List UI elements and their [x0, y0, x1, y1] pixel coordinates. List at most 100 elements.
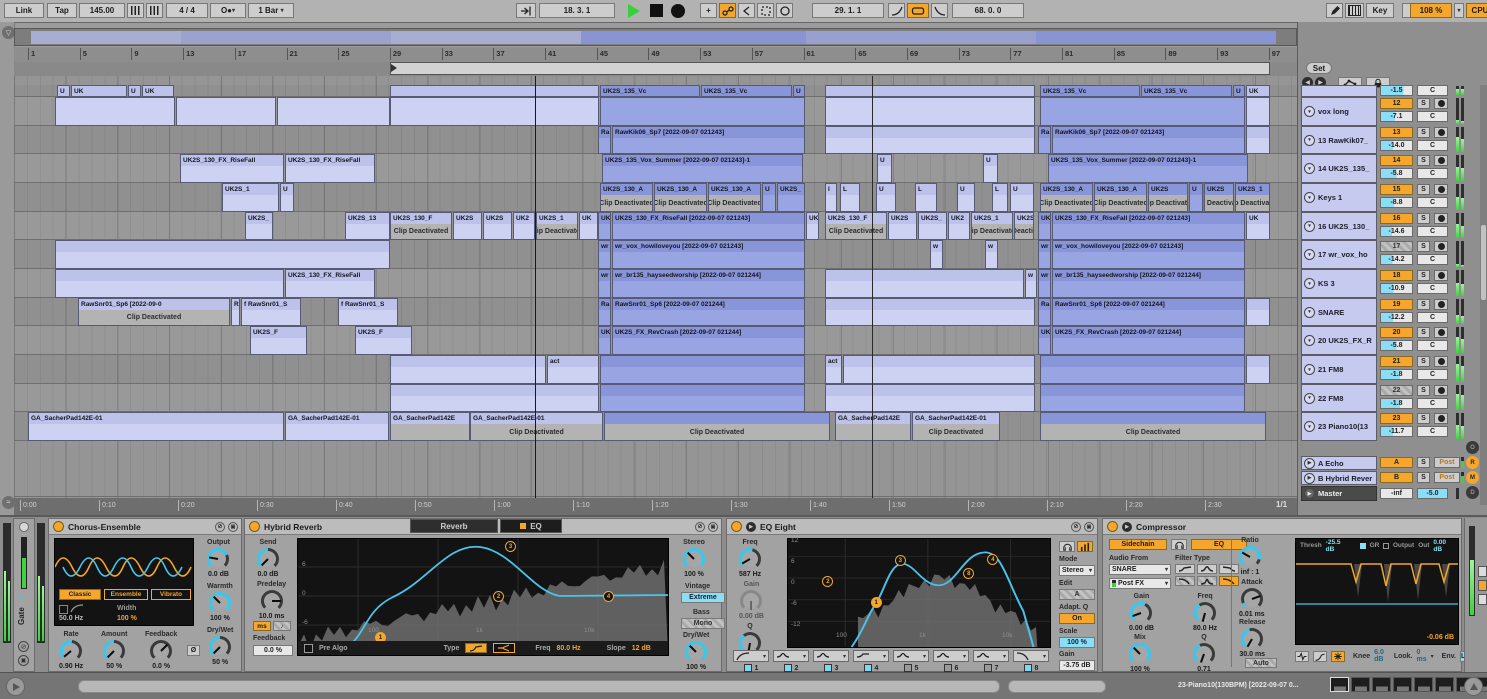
- band-filter-select[interactable]: ▾: [933, 650, 969, 662]
- band-enable-checkbox[interactable]: [824, 664, 832, 672]
- clip-title[interactable]: [826, 299, 1034, 310]
- clip-title[interactable]: w: [1026, 270, 1036, 281]
- clip[interactable]: UK2S_135_Vc: [701, 85, 792, 97]
- clip[interactable]: [55, 269, 284, 298]
- clip-body[interactable]: [339, 310, 397, 325]
- expand-arrow-icon[interactable]: ▶: [1122, 522, 1132, 532]
- play-triangle-icon[interactable]: ▶: [1304, 458, 1315, 469]
- pan-value[interactable]: C: [1417, 197, 1448, 208]
- clip[interactable]: UK2: [948, 212, 970, 240]
- clip[interactable]: UK: [142, 85, 174, 97]
- clip-title[interactable]: UK2S_: [246, 213, 272, 224]
- clip-body[interactable]: [826, 138, 1034, 153]
- clip-body[interactable]: [826, 396, 1034, 411]
- slope-value[interactable]: 12 dB: [632, 645, 651, 652]
- arm-button[interactable]: [1434, 98, 1448, 109]
- save-preset-icon[interactable]: ▣: [18, 655, 29, 666]
- clip-body[interactable]: [599, 252, 610, 268]
- clip[interactable]: UK2S_130_FX_RiseFall [2022-09-07 021243]: [612, 212, 805, 240]
- clip[interactable]: [600, 355, 805, 384]
- device-on-led[interactable]: [1107, 521, 1118, 532]
- auto-release-toggle[interactable]: Auto: [1245, 658, 1277, 668]
- clip-body[interactable]: [889, 224, 916, 239]
- track-name[interactable]: ▾22 FM8: [1301, 384, 1377, 412]
- band-enable-checkbox[interactable]: [984, 664, 992, 672]
- clip[interactable]: UK2S: [453, 212, 482, 240]
- adaptq-toggle[interactable]: On: [1059, 613, 1095, 624]
- track-header[interactable]: ▾SNARE19S-12.2C: [1298, 298, 1480, 326]
- clip[interactable]: UK2S_1: [222, 183, 279, 212]
- clip[interactable]: UK2S_130_AClip Deactivated: [654, 183, 707, 212]
- clip-body[interactable]: [346, 224, 389, 239]
- solo-button[interactable]: S: [1417, 299, 1430, 310]
- clip[interactable]: U: [1010, 183, 1034, 212]
- set-button[interactable]: Set: [1306, 62, 1332, 74]
- clip-body[interactable]: [601, 98, 804, 125]
- clip-body[interactable]: [763, 195, 775, 211]
- clip-body[interactable]: Clip Deactivated: [1095, 195, 1146, 211]
- clip[interactable]: UK2S_F: [355, 326, 412, 355]
- clip-body[interactable]: [1053, 252, 1244, 268]
- pan-value[interactable]: C: [1417, 226, 1448, 237]
- clip-body[interactable]: [246, 224, 272, 239]
- band-filter-select[interactable]: ▾: [893, 650, 929, 662]
- clip[interactable]: U: [793, 85, 805, 97]
- arm-button[interactable]: [1434, 213, 1448, 224]
- clip-title[interactable]: UK: [599, 327, 610, 338]
- clip-title[interactable]: UK2S_130_FX_RiseFall [2022-09-07 021243]: [1053, 213, 1244, 224]
- clip-title[interactable]: [605, 413, 829, 424]
- clip-title[interactable]: wr_vox_howiloveyou [2022-09-07 021243]: [1053, 241, 1244, 252]
- clip-body[interactable]: [286, 166, 374, 182]
- clip[interactable]: [390, 97, 599, 126]
- clip-body[interactable]: [601, 396, 804, 411]
- band-filter-select[interactable]: ▾: [973, 650, 1009, 662]
- volume-value[interactable]: -5.8: [1380, 168, 1413, 179]
- clip[interactable]: U: [983, 154, 998, 183]
- clip[interactable]: UK: [806, 212, 819, 240]
- clip-body[interactable]: [391, 396, 598, 411]
- volume-value[interactable]: -7.1: [1380, 111, 1413, 122]
- clip-title[interactable]: wr_vox_howiloveyou [2022-09-07 021243]: [613, 241, 804, 252]
- clip-body[interactable]: Clip Deactivated: [471, 424, 602, 440]
- warmth-knob[interactable]: [209, 592, 231, 614]
- output-swatch[interactable]: [1383, 543, 1389, 549]
- band-enable-checkbox[interactable]: [904, 664, 912, 672]
- clip[interactable]: w: [985, 240, 998, 269]
- clip-body[interactable]: [836, 424, 910, 440]
- clip[interactable]: [600, 97, 805, 126]
- clip-title[interactable]: [1041, 385, 1244, 396]
- time-signature-field[interactable]: 4 / 4: [166, 3, 208, 18]
- pre-algo-checkbox[interactable]: [304, 644, 313, 653]
- phase-invert-button[interactable]: Ø: [187, 645, 200, 656]
- band-enable-checkbox[interactable]: [944, 664, 952, 672]
- pan-value[interactable]: C: [1417, 369, 1448, 380]
- clip-title[interactable]: wr: [1039, 241, 1050, 252]
- knob-value[interactable]: 0.01 ms: [1239, 611, 1265, 619]
- track-number[interactable]: 16: [1380, 213, 1413, 224]
- pan-value[interactable]: C: [1417, 398, 1448, 409]
- metronome-button[interactable]: O●▾: [210, 3, 246, 18]
- chorus-title-bar[interactable]: Chorus-Ensemble ⊘ ▣: [49, 519, 241, 535]
- clip-body[interactable]: Clip Deactivated: [1041, 424, 1265, 440]
- clip[interactable]: UK2S_1Clip Deactivated: [536, 212, 578, 240]
- clip[interactable]: UK2S_13: [345, 212, 390, 240]
- clip-title[interactable]: L: [993, 184, 1007, 195]
- clip-title[interactable]: UK2: [949, 213, 969, 224]
- link-button[interactable]: Link: [4, 3, 44, 18]
- pan-value[interactable]: C: [1417, 85, 1448, 96]
- disclosure-triangle-icon[interactable]: ▾: [1304, 393, 1315, 404]
- clip-body[interactable]: [391, 367, 545, 383]
- clip[interactable]: [825, 126, 1035, 154]
- eq8-display[interactable]: 21384 1260-6-121001k10k: [787, 538, 1051, 648]
- clip-body[interactable]: [232, 310, 239, 325]
- track-number[interactable]: 12: [1380, 98, 1413, 109]
- freq-knob[interactable]: [1194, 602, 1216, 624]
- clip[interactable]: [825, 97, 1035, 126]
- attack-knob[interactable]: [1241, 588, 1263, 610]
- clip-title[interactable]: [601, 356, 804, 367]
- mode-vibrato[interactable]: Vibrato: [151, 589, 191, 600]
- clip-body[interactable]: [1041, 396, 1244, 411]
- sidechain-toggle[interactable]: Sidechain: [1109, 539, 1167, 550]
- clip-title[interactable]: [826, 127, 1034, 138]
- band-enable-checkbox[interactable]: [864, 664, 872, 672]
